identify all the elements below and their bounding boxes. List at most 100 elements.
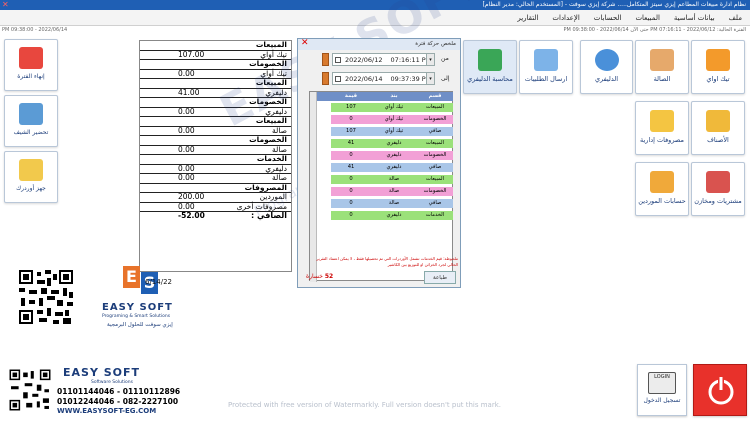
grid-row[interactable]: الخصومات تيك أواي 0 xyxy=(317,114,453,125)
to-time-spinner[interactable] xyxy=(322,72,329,85)
dining-hall-icon xyxy=(650,49,674,71)
to-date-checkbox[interactable] xyxy=(335,76,341,82)
from-time-spinner[interactable] xyxy=(322,53,329,66)
grid-cell-branch: صالة xyxy=(371,175,417,184)
grid-scrollbar[interactable] xyxy=(310,92,317,282)
report-row-label: الخدمات xyxy=(256,154,287,163)
grid-cell-value: 107 xyxy=(331,103,371,112)
login-button[interactable]: LOGIN تسجيل الدخول xyxy=(637,364,687,416)
grid-cell-branch: دليفري xyxy=(371,163,417,172)
tile-takeaway-label: تيك اواي xyxy=(706,75,730,83)
tile-chef-prep[interactable]: تحضير الشيف xyxy=(4,95,58,147)
dialog-title: ملخص حركة فترة xyxy=(415,41,456,47)
tile-items[interactable]: الأصناف xyxy=(691,101,745,155)
grid-cell-value: 0 xyxy=(331,115,371,124)
report-row-value: 0.00 xyxy=(178,173,195,182)
tile-order-device[interactable]: جهز أوردرك xyxy=(4,151,58,203)
tile-chef-prep-label: تحضير الشيف xyxy=(13,129,49,136)
from-date-dropdown-icon[interactable]: ▾ xyxy=(426,53,435,66)
grid-row[interactable]: الخدمات دليفري 0 xyxy=(317,210,453,221)
period-summary-dialog: ملخص حركة فترة ✕ من 2022/06/12 07:16:11 … xyxy=(297,38,461,288)
grid-cell-value: 0 xyxy=(331,151,371,160)
from-date-checkbox[interactable] xyxy=(335,57,341,63)
dialog-close-icon[interactable]: ✕ xyxy=(301,38,309,49)
summary-grid[interactable]: قسم بند قيمة المبيعات تيك أواي 107 الخصومات… xyxy=(309,91,453,282)
report-row-value: 200.00 xyxy=(178,192,205,201)
grid-cell-category: الخصومات xyxy=(417,187,453,196)
logo-arabic-name: إيزي سوفت للحلول البرمجية xyxy=(107,322,173,328)
takeaway-bag-icon xyxy=(706,49,730,71)
tile-admin-expenses-label: مصروفات إدارية xyxy=(639,136,685,144)
to-date-dropdown-icon[interactable]: ▾ xyxy=(426,72,435,85)
grid-cell-category: الخدمات xyxy=(417,211,453,220)
grid-row[interactable]: المبيعات دليفري 41 xyxy=(317,138,453,149)
power-off-button[interactable] xyxy=(693,364,747,416)
tile-admin-expenses[interactable]: مصروفات إدارية xyxy=(635,101,689,155)
footer-brand-name: EASY SOFT xyxy=(63,366,141,379)
tile-delivery-accounting[interactable]: محاسبة الدليفري xyxy=(463,40,517,94)
grid-row[interactable]: صافي صالة 0 xyxy=(317,198,453,209)
report-row-value: -52.00 xyxy=(178,211,205,220)
tile-supplier-accounts-label: حسابات الموردين xyxy=(638,197,686,205)
grid-row[interactable]: المبيعات تيك أواي 107 xyxy=(317,102,453,113)
grid-cell-value: 107 xyxy=(331,127,371,136)
menu-item-settings[interactable]: الإعدادات xyxy=(552,10,579,25)
from-date-picker[interactable]: 2022/06/12 07:16:11 PM ▾ xyxy=(332,53,435,66)
grid-cell-branch: دليفري xyxy=(371,211,417,220)
tile-purchases-stores[interactable]: مشتريات ومخازن xyxy=(691,162,745,216)
grid-cell-category: المبيعات xyxy=(417,175,453,184)
grid-cell-value: 0 xyxy=(331,211,371,220)
tile-purchases-stores-label: مشتريات ومخازن xyxy=(694,197,742,205)
grid-header-branch: بند xyxy=(390,93,398,99)
grid-cell-branch: دليفري xyxy=(371,151,417,160)
to-date-value: 2022/06/14 xyxy=(345,75,383,83)
tile-delivery-accounting-label: محاسبة الدليفري xyxy=(467,75,513,83)
grid-row[interactable]: المبيعات صالة 0 xyxy=(317,174,453,185)
grid-row[interactable]: صافي دليفري 41 xyxy=(317,162,453,173)
from-label: من xyxy=(441,55,449,62)
to-date-picker[interactable]: 2022/06/14 09:37:39 PM ▾ xyxy=(332,72,435,85)
menu-item-sales[interactable]: المبيعات xyxy=(635,10,659,25)
report-row-value: 0.00 xyxy=(178,125,195,135)
send-orders-icon xyxy=(534,49,558,71)
menu-item-reports[interactable]: التقارير xyxy=(517,10,538,25)
menu-item-basic-data[interactable]: بيانات أساسية xyxy=(674,10,715,25)
close-icon[interactable]: ✕ xyxy=(2,0,9,10)
grid-cell-category: الخصومات xyxy=(417,151,453,160)
grid-cell-value: 0 xyxy=(331,199,371,208)
grid-cell-category: المبيعات xyxy=(417,139,453,148)
grid-cell-branch: صالة xyxy=(371,199,417,208)
report-row-value: 41.00 xyxy=(178,87,200,97)
logo-brand-name: EASY SOFT xyxy=(102,302,173,313)
grid-row[interactable]: صافي تيك أواي 107 xyxy=(317,126,453,137)
calculator-icon xyxy=(650,110,674,132)
chef-icon xyxy=(19,103,43,125)
menu-item-file[interactable]: ملف xyxy=(729,10,742,25)
grid-cell-branch: تيك أواي xyxy=(371,127,417,136)
current-time-text: PM 09:38:00 - 2022/06/14 xyxy=(2,27,68,33)
report-row-label: صالة xyxy=(272,125,287,135)
print-button[interactable]: طباعة xyxy=(424,271,456,284)
tile-hall[interactable]: الصالة xyxy=(635,40,689,94)
watermark-footer-text: Protected with free version of Watermark… xyxy=(228,401,501,409)
logo-e-glyph: E xyxy=(123,266,140,288)
app-window: نظام ادارة مبيعات المطاعم إيزي سيتز المت… xyxy=(0,0,750,421)
footer-qr-code-image xyxy=(8,368,52,412)
tile-send-orders-label: ارسال الطلبيات xyxy=(524,75,568,83)
grid-row[interactable]: الخصومات صالة 0 xyxy=(317,186,453,197)
grid-cell-value: 41 xyxy=(331,139,371,148)
order-clipboard-icon xyxy=(19,159,43,181)
report-row-label: دليفري xyxy=(265,163,287,173)
tile-takeaway[interactable]: تيك اواي xyxy=(691,40,745,94)
tile-end-period[interactable]: إنهاء الفترة xyxy=(4,39,58,91)
tile-supplier-accounts[interactable]: حسابات الموردين xyxy=(635,162,689,216)
grid-cell-category: صافي xyxy=(417,199,453,208)
menu-item-accounts[interactable]: الحسابات xyxy=(594,10,622,25)
power-icon xyxy=(708,376,734,405)
tile-send-orders[interactable]: ارسال الطلبيات xyxy=(519,40,573,94)
tile-delivery[interactable]: الدليفري xyxy=(580,40,633,94)
tile-end-period-label: إنهاء الفترة xyxy=(17,73,45,80)
grid-row[interactable]: الخصومات دليفري 0 xyxy=(317,150,453,161)
footer-contact-block: EASY SOFT Software Solutions 01101144046… xyxy=(57,366,180,418)
supplier-shop-icon xyxy=(650,171,674,193)
